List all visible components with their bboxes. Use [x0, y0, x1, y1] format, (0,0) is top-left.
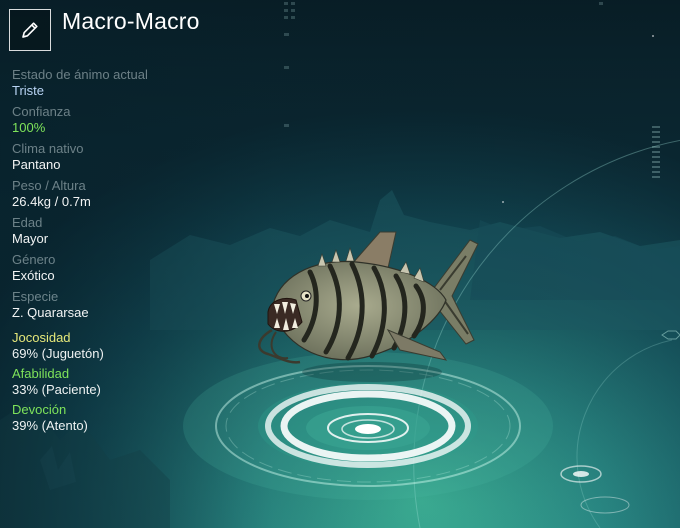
- stat-item: Clima nativo Pantano: [12, 141, 232, 173]
- stat-label: Edad: [12, 215, 43, 230]
- creature-name: Macro-Macro: [62, 8, 200, 34]
- trait-value: 69% (Juguetón): [12, 346, 104, 361]
- pencil-icon: [22, 22, 38, 38]
- stat-value: Mayor: [12, 231, 49, 246]
- creature-viewer-scene: Macro-Macro Estado de ánimo actual Triste…: [0, 0, 680, 528]
- stat-item: Confianza 100%: [12, 104, 232, 136]
- trait-label: Afabilidad: [12, 366, 70, 381]
- stat-value: 26.4kg / 0.7m: [12, 194, 91, 209]
- trait-item: Jocosidad 69% (Juguetón): [12, 330, 232, 362]
- stat-label: Especie: [12, 289, 59, 304]
- stat-item: Estado de ánimo actual Triste: [12, 67, 232, 99]
- stat-label: Confianza: [12, 104, 71, 119]
- stat-item: Especie Z. Quararsae: [12, 289, 232, 321]
- edit-name-button[interactable]: [9, 9, 51, 51]
- stat-value: Pantano: [12, 157, 61, 172]
- trait-item: Devoción 39% (Atento): [12, 402, 232, 434]
- stat-label: Clima nativo: [12, 141, 84, 156]
- trait-value: 39% (Atento): [12, 418, 88, 433]
- trait-value: 33% (Paciente): [12, 382, 101, 397]
- stat-item: Peso / Altura 26.4kg / 0.7m: [12, 178, 232, 210]
- stat-item: Género Exótico: [12, 252, 232, 284]
- stats-list: Estado de ánimo actual Triste Confianza 100…: [12, 67, 232, 326]
- stat-value: 100%: [12, 120, 46, 135]
- stat-label: Peso / Altura: [12, 178, 86, 193]
- stat-value: Triste: [12, 83, 45, 98]
- stat-label: Género: [12, 252, 56, 267]
- stat-item: Edad Mayor: [12, 215, 232, 247]
- stat-value: Z. Quararsae: [12, 305, 89, 320]
- trait-item: Afabilidad 33% (Paciente): [12, 366, 232, 398]
- stat-value: Exótico: [12, 268, 55, 283]
- stat-label: Estado de ánimo actual: [12, 67, 148, 82]
- trait-label: Devoción: [12, 402, 67, 417]
- traits-list: Jocosidad 69% (Juguetón) Afabilidad 33% (Pa…: [12, 330, 232, 438]
- trait-label: Jocosidad: [12, 330, 71, 345]
- creature-info-panel: Macro-Macro Estado de ánimo actual Triste…: [0, 0, 240, 528]
